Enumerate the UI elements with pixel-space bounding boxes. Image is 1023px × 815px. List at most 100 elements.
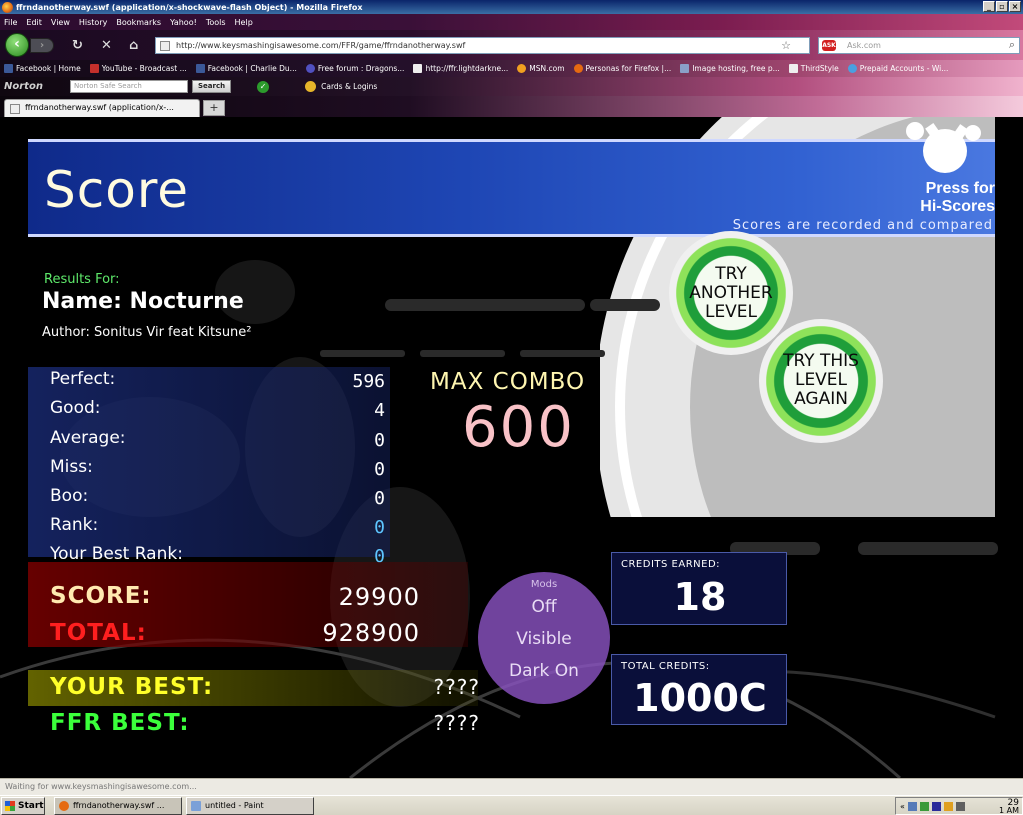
bookmark-item[interactable]: Facebook | Charlie Du... bbox=[195, 64, 297, 73]
search-icon[interactable]: ⌕ bbox=[1009, 38, 1015, 52]
taskbar-item-firefox[interactable]: ffrndanotherway.swf ... bbox=[54, 797, 182, 815]
results-for-label: Results For: bbox=[44, 272, 120, 287]
menu-bookmarks[interactable]: Bookmarks bbox=[116, 18, 161, 27]
taskbar-item-label: ffrndanotherway.swf ... bbox=[73, 801, 165, 810]
hi-scores-button[interactable]: Press for Hi-Scores bbox=[920, 180, 995, 216]
total-value: 928900 bbox=[322, 619, 420, 647]
menu-edit[interactable]: Edit bbox=[26, 18, 42, 27]
total-credits-label: TOTAL CREDITS: bbox=[621, 661, 710, 672]
score-label: SCORE: bbox=[50, 583, 152, 609]
stat-miss-label: Miss: bbox=[50, 457, 93, 477]
tray-expand-icon[interactable]: « bbox=[900, 802, 905, 811]
bookmark-item[interactable]: Facebook | Home bbox=[4, 64, 81, 73]
minimize-button[interactable]: _ bbox=[983, 1, 995, 12]
cards-logins-button[interactable]: Cards & Logins bbox=[305, 81, 377, 92]
norton-tray-icon[interactable] bbox=[943, 801, 953, 811]
taskbar-item-paint[interactable]: untitled - Paint bbox=[186, 797, 314, 815]
stat-average-label: Average: bbox=[50, 428, 126, 448]
window-titlebar: ffrndanotherway.swf (application/x-shock… bbox=[0, 0, 1023, 14]
home-icon[interactable]: ⌂ bbox=[129, 38, 138, 53]
reload-icon[interactable]: ↻ bbox=[72, 38, 83, 53]
mods-panel: Mods Off Visible Dark On bbox=[478, 572, 610, 704]
network-icon[interactable] bbox=[907, 801, 917, 811]
facebook-icon bbox=[4, 64, 13, 73]
bookmark-item[interactable]: Personas for Firefox |... bbox=[573, 64, 671, 73]
new-tab-button[interactable]: + bbox=[203, 100, 225, 116]
ask-icon[interactable]: ASK bbox=[822, 40, 836, 51]
bookmark-item[interactable]: http://ffr.lightdarkne... bbox=[413, 64, 508, 73]
bookmarks-toolbar: Facebook | Home YouTube - Broadcast ... … bbox=[0, 60, 1023, 77]
norton-search-input[interactable]: Norton Safe Search bbox=[70, 80, 188, 93]
clock-hour: 1 bbox=[998, 806, 1005, 815]
mod-item: Off bbox=[531, 597, 557, 617]
credits-earned-value: 18 bbox=[673, 575, 727, 619]
mod-item: Dark On bbox=[509, 661, 579, 681]
bookmark-label: YouTube - Broadcast ... bbox=[101, 64, 187, 73]
paint-icon bbox=[191, 801, 201, 811]
bluetooth-icon[interactable] bbox=[931, 801, 941, 811]
bookmark-star-icon[interactable]: ☆ bbox=[781, 39, 791, 52]
start-button[interactable]: Start bbox=[1, 797, 45, 815]
bookmark-item[interactable]: Image hosting, free p... bbox=[680, 64, 780, 73]
tab-active[interactable]: ffrndanotherway.swf (application/x-... bbox=[4, 99, 200, 117]
page-icon bbox=[413, 64, 423, 73]
menu-tools[interactable]: Tools bbox=[206, 18, 226, 27]
check-icon[interactable]: ✓ bbox=[257, 80, 270, 93]
try-another-line: LEVEL bbox=[704, 302, 758, 322]
window-title: ffrndanotherway.swf (application/x-shock… bbox=[16, 2, 363, 12]
total-credits-box: TOTAL CREDITS: 1000C bbox=[611, 654, 787, 725]
bookmark-item[interactable]: MSN.com bbox=[517, 64, 565, 73]
clock[interactable]: 29 1 AM bbox=[999, 799, 1019, 815]
norton-search-button[interactable]: Search bbox=[192, 80, 232, 93]
credits-earned-box: CREDITS EARNED: 18 bbox=[611, 552, 787, 625]
scores-recorded-note: Scores are recorded and compared bbox=[732, 218, 993, 233]
restore-button[interactable]: ▫ bbox=[996, 1, 1008, 12]
stat-rank-value: 0 bbox=[374, 517, 385, 538]
menu-history[interactable]: History bbox=[79, 18, 107, 27]
bookmark-item[interactable]: Free forum : Dragons... bbox=[305, 64, 404, 73]
credits-earned-label: CREDITS EARNED: bbox=[621, 559, 721, 570]
menu-view[interactable]: View bbox=[51, 18, 70, 27]
stat-boo-label: Boo: bbox=[50, 486, 89, 506]
stop-icon[interactable]: ✕ bbox=[101, 38, 112, 53]
total-credits-value: 1000C bbox=[633, 676, 767, 720]
search-input[interactable]: ASK Ask.com ⌕ bbox=[818, 37, 1020, 54]
taskbar-item-label: untitled - Paint bbox=[205, 801, 264, 810]
menu-help[interactable]: Help bbox=[235, 18, 253, 27]
start-label: Start bbox=[18, 801, 44, 811]
close-button[interactable]: × bbox=[1009, 1, 1021, 12]
bookmark-item[interactable]: YouTube - Broadcast ... bbox=[89, 64, 187, 73]
your-best-label: YOUR BEST: bbox=[50, 674, 214, 700]
search-placeholder: Ask.com bbox=[847, 41, 881, 50]
bookmark-item[interactable]: ThirdStyle bbox=[788, 64, 839, 73]
menu-yahoo[interactable]: Yahoo! bbox=[170, 18, 197, 27]
stat-best-rank-label: Your Best Rank: bbox=[50, 544, 183, 564]
status-bar: Waiting for www.keysmashingisawesome.com… bbox=[0, 778, 1023, 795]
try-again-line: LEVEL bbox=[794, 370, 848, 390]
try-another-level-button[interactable]: TRY ANOTHER LEVEL bbox=[669, 231, 793, 355]
security-icon[interactable] bbox=[919, 801, 929, 811]
back-button[interactable]: ‹ bbox=[5, 33, 29, 57]
youtube-icon bbox=[89, 64, 99, 73]
press-hi-line: Press for bbox=[925, 180, 995, 197]
bookmark-item[interactable]: Prepaid Accounts - Wi... bbox=[847, 64, 948, 73]
url-bar[interactable]: http://www.keysmashingisawesome.com/FFR/… bbox=[155, 37, 810, 54]
norton-toolbar: Norton Norton Safe Search Search ✓ Cards… bbox=[0, 77, 1023, 96]
ffr-best-label: FFR BEST: bbox=[50, 710, 190, 736]
max-combo-value: 600 bbox=[462, 395, 575, 460]
window-controls: _ ▫ × bbox=[983, 1, 1021, 12]
try-level-again-button[interactable]: TRY THIS LEVEL AGAIN bbox=[759, 319, 883, 443]
tab-title: ffrndanotherway.swf (application/x-... bbox=[25, 103, 174, 112]
bookmark-label: http://ffr.lightdarkne... bbox=[425, 64, 509, 73]
bookmark-label: Facebook | Home bbox=[16, 64, 81, 73]
volume-icon[interactable] bbox=[955, 801, 965, 811]
mod-item: Visible bbox=[516, 629, 572, 649]
stat-perfect-label: Perfect: bbox=[50, 369, 116, 389]
ffr-logo-icon bbox=[906, 122, 981, 173]
menu-file[interactable]: File bbox=[4, 18, 17, 27]
system-tray: « 29 1 AM bbox=[895, 797, 1023, 815]
page-title: Score bbox=[44, 161, 190, 219]
msn-icon bbox=[517, 64, 527, 73]
forward-button[interactable]: › bbox=[30, 38, 54, 53]
page-icon bbox=[10, 104, 20, 114]
